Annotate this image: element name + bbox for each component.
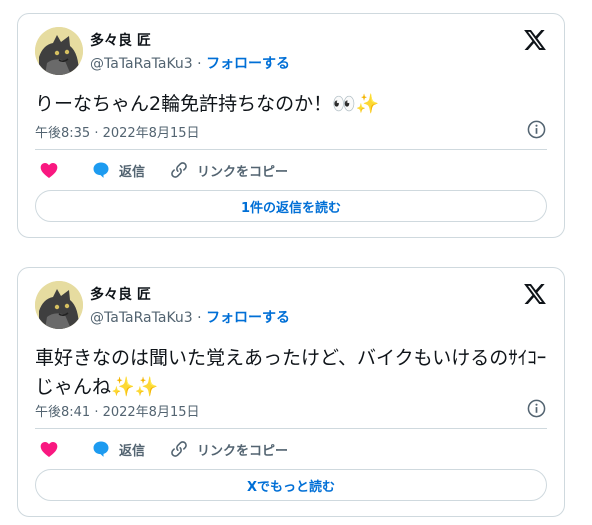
follow-button[interactable]: フォローする xyxy=(206,56,290,72)
handle-line: @TaTaRaTaKu3 · フォローする xyxy=(90,307,290,327)
avatar[interactable] xyxy=(35,281,83,329)
tweet-text: 車好きなのは聞いた覚えあったけど、バイクもいけるのｻｲｺｰじゃんね✨✨ xyxy=(35,347,547,398)
reply-label: 返信 xyxy=(119,164,146,180)
reply-label: 返信 xyxy=(119,443,146,459)
copy-link-label: リンクをコピー xyxy=(197,443,289,459)
avatar[interactable] xyxy=(35,27,83,75)
reply-button[interactable]: 返信 xyxy=(91,438,145,460)
speech-bubble-icon xyxy=(93,441,109,457)
read-replies-button[interactable]: 1件の返信を読む xyxy=(35,190,547,222)
separator: · xyxy=(197,56,202,72)
link-icon xyxy=(171,441,187,457)
info-icon[interactable] xyxy=(527,120,546,139)
tweet-card: 多々良 匠 @TaTaRaTaKu3 · フォローする りーなちゃん2輪免許持ち… xyxy=(17,13,565,238)
x-logo-icon[interactable] xyxy=(524,284,546,304)
reply-button[interactable]: 返信 xyxy=(91,159,145,181)
divider xyxy=(35,149,547,150)
copy-link-button[interactable]: リンクをコピー xyxy=(169,438,288,460)
info-icon[interactable] xyxy=(527,399,546,418)
heart-icon xyxy=(40,163,58,178)
follow-button[interactable]: フォローする xyxy=(206,310,290,326)
copy-link-button[interactable]: リンクをコピー xyxy=(169,159,288,181)
handle-line: @TaTaRaTaKu3 · フォローする xyxy=(90,53,290,73)
x-logo-icon[interactable] xyxy=(524,30,546,50)
link-icon xyxy=(171,162,187,178)
speech-bubble-icon xyxy=(93,162,109,178)
divider xyxy=(35,428,547,429)
author-name[interactable]: 多々良 匠 xyxy=(90,284,151,304)
timestamp-link[interactable]: 午後8:35 · 2022年8月15日 xyxy=(35,122,200,141)
copy-link-label: リンクをコピー xyxy=(197,164,289,180)
tweet-card: 多々良 匠 @TaTaRaTaKu3 · フォローする 車好きなのは聞いた覚えあ… xyxy=(17,267,565,517)
read-more-on-x-button[interactable]: Xでもっと読む xyxy=(35,469,547,501)
author-handle[interactable]: @TaTaRaTaKu3 xyxy=(90,310,193,326)
tweet-text: りーなちゃん2輪免許持ちなのか！👀✨ xyxy=(35,93,380,115)
timestamp-link[interactable]: 午後8:41 · 2022年8月15日 xyxy=(35,401,200,420)
like-button[interactable] xyxy=(39,159,59,181)
like-button[interactable] xyxy=(39,438,59,460)
author-name[interactable]: 多々良 匠 xyxy=(90,30,151,50)
author-handle[interactable]: @TaTaRaTaKu3 xyxy=(90,56,193,72)
heart-icon xyxy=(40,442,58,457)
separator: · xyxy=(197,310,202,326)
